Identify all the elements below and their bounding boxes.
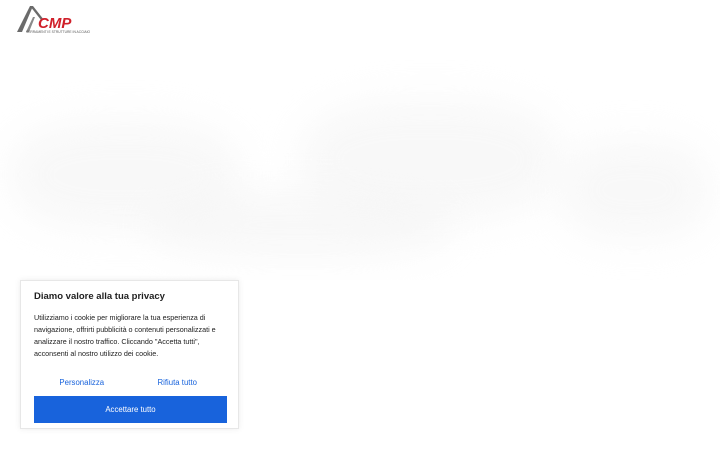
page: CMP SERRAMENTI E STRUTTURE IN ACCIAIO Di… (0, 0, 720, 450)
logo-roof-left (17, 6, 33, 32)
hero-blur-shape (150, 190, 450, 260)
reject-all-button[interactable]: Rifiuta tutto (130, 373, 226, 391)
hero-background (0, 60, 720, 280)
logo-tagline: SERRAMENTI E STRUTTURE IN ACCIAIO (26, 30, 91, 34)
customize-button[interactable]: Personalizza (34, 373, 130, 391)
cookie-secondary-actions: Personalizza Rifiuta tutto (34, 373, 225, 391)
cookie-consent-banner: Diamo valore alla tua privacy Utilizziam… (20, 280, 239, 429)
cookie-title: Diamo valore alla tua privacy (34, 291, 165, 302)
hero-blur-shape (560, 140, 710, 240)
cookie-description: Utilizziamo i cookie per migliorare la t… (34, 313, 216, 358)
site-logo[interactable]: CMP SERRAMENTI E STRUTTURE IN ACCIAIO (16, 2, 96, 34)
accept-all-button[interactable]: Accettare tutto (34, 396, 227, 423)
